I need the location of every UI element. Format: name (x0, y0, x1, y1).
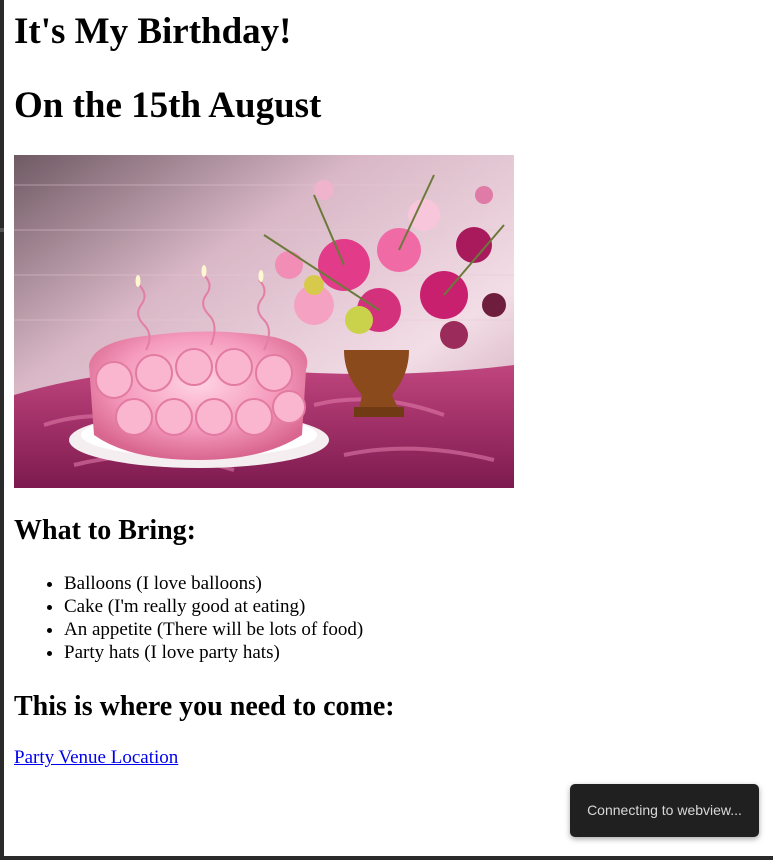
webview-frame: It's My Birthday! On the 15th August Wha… (4, 0, 773, 856)
page-title: It's My Birthday! (14, 11, 292, 52)
party-date-heading: On the 15th August (14, 85, 322, 126)
bring-list: Balloons (I love balloons) Cake (I'm rea… (14, 572, 363, 664)
list-item: Cake (I'm really good at eating) (64, 595, 363, 618)
birthday-cake-photo-illustration (14, 155, 514, 488)
connecting-toast: Connecting to webview... (570, 784, 759, 837)
list-item: Balloons (I love balloons) (64, 572, 363, 595)
list-item: An appetite (There will be lots of food) (64, 618, 363, 641)
list-item: Party hats (I love party hats) (64, 641, 363, 664)
what-to-bring-heading: What to Bring: (14, 515, 196, 546)
birthday-cake-image (14, 155, 514, 488)
party-venue-location-link[interactable]: Party Venue Location (14, 747, 178, 769)
location-heading: This is where you need to come: (14, 691, 395, 722)
